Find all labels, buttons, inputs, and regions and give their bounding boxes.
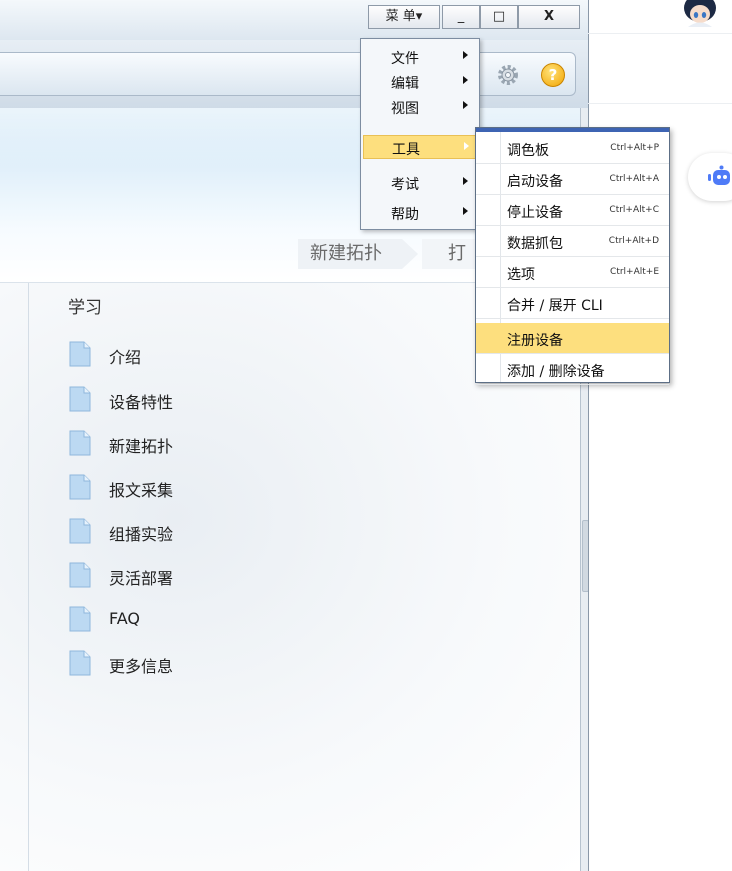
menu-item-edit[interactable]: 编辑: [363, 70, 477, 94]
gear-icon[interactable]: [496, 63, 520, 87]
submenu-item-label: 停止设备: [507, 205, 563, 221]
document-icon: [69, 606, 91, 632]
learn-item-label: 设备特性: [109, 393, 174, 412]
tab-new-topology[interactable]: 新建拓扑: [298, 239, 402, 269]
document-icon: [69, 474, 91, 500]
shortcut-text: Ctrl+Alt+E: [610, 267, 659, 277]
shortcut-text: Ctrl+Alt+A: [609, 174, 659, 184]
menu-item-view[interactable]: 视图: [363, 95, 477, 119]
page-divider: [588, 33, 732, 34]
submenu-item-label: 调色板: [507, 143, 549, 159]
submenu-item-capture[interactable]: 数据抓包 Ctrl+Alt+D: [476, 226, 669, 257]
splitter-handle[interactable]: [582, 520, 588, 592]
page-divider: [588, 103, 732, 104]
submenu-item-label: 选项: [507, 267, 535, 283]
main-menu: 文件 编辑 视图 工具 考试 帮助: [360, 38, 480, 230]
shortcut-text: Ctrl+Alt+D: [608, 236, 659, 246]
menu-item-label: 工具: [392, 142, 420, 158]
toolbar-strip: [0, 52, 576, 96]
menu-item-file[interactable]: 文件: [363, 45, 477, 69]
submenu-item-start-device[interactable]: 启动设备 Ctrl+Alt+A: [476, 164, 669, 195]
maximize-button[interactable]: □: [480, 5, 518, 29]
document-icon: [69, 518, 91, 544]
shortcut-text: Ctrl+Alt+P: [610, 143, 659, 153]
submenu-item-label: 数据抓包: [507, 236, 563, 252]
assistant-button[interactable]: [688, 153, 732, 201]
submenu-item-merge-cli[interactable]: 合并 / 展开 CLI: [476, 288, 669, 319]
submenu-item-register-device[interactable]: 注册设备: [476, 323, 669, 354]
document-icon: [69, 562, 91, 588]
submenu-arrow-icon: [463, 207, 468, 215]
submenu-item-label: 添加 / 删除设备: [507, 364, 605, 380]
learn-item-label: FAQ: [109, 609, 140, 628]
submenu-arrow-icon: [464, 142, 469, 150]
submenu-item-add-remove-device[interactable]: 添加 / 删除设备: [476, 354, 669, 385]
assistant-robot-icon: [708, 165, 730, 185]
submenu-item-label: 合并 / 展开 CLI: [507, 298, 603, 314]
menu-item-tools[interactable]: 工具: [363, 135, 477, 159]
submenu-item-label: 启动设备: [507, 174, 563, 190]
avatar[interactable]: [678, 0, 722, 27]
menu-button[interactable]: 菜 单▾: [368, 5, 440, 29]
document-icon: [69, 386, 91, 412]
close-button[interactable]: X: [518, 5, 580, 29]
document-icon: [69, 430, 91, 456]
menu-item-help[interactable]: 帮助: [363, 201, 477, 225]
learn-item-label: 灵活部署: [109, 569, 174, 588]
learn-item-label: 报文采集: [109, 481, 174, 500]
submenu-arrow-icon: [463, 51, 468, 59]
learn-item-label: 更多信息: [109, 657, 174, 676]
help-icon[interactable]: ?: [541, 63, 565, 87]
menu-item-label: 视图: [391, 101, 419, 117]
learn-item-label: 介绍: [109, 348, 142, 367]
panel-divider: [28, 283, 29, 871]
submenu-item-options[interactable]: 选项 Ctrl+Alt+E: [476, 257, 669, 288]
tab-arrow: [402, 239, 418, 269]
submenu-item-palette[interactable]: 调色板 Ctrl+Alt+P: [476, 133, 669, 164]
menu-item-label: 文件: [391, 51, 419, 67]
submenu-item-stop-device[interactable]: 停止设备 Ctrl+Alt+C: [476, 195, 669, 226]
document-icon: [69, 341, 91, 367]
learn-title: 学习: [68, 298, 102, 318]
submenu-arrow-icon: [463, 177, 468, 185]
document-icon: [69, 650, 91, 676]
learn-item-label: 组播实验: [109, 525, 174, 544]
submenu-arrow-icon: [463, 101, 468, 109]
menu-item-label: 考试: [391, 177, 419, 193]
minimize-button[interactable]: _: [442, 5, 480, 29]
shortcut-text: Ctrl+Alt+C: [609, 205, 659, 215]
tools-submenu: 调色板 Ctrl+Alt+P 启动设备 Ctrl+Alt+A 停止设备 Ctrl+Al…: [475, 127, 670, 385]
menu-item-exam[interactable]: 考试: [363, 171, 477, 195]
submenu-top-bar: [476, 128, 669, 132]
learn-item-label: 新建拓扑: [109, 437, 174, 456]
submenu-item-label: 注册设备: [507, 333, 563, 349]
menu-item-label: 帮助: [391, 207, 419, 223]
submenu-arrow-icon: [463, 76, 468, 84]
menu-item-label: 编辑: [391, 76, 419, 92]
